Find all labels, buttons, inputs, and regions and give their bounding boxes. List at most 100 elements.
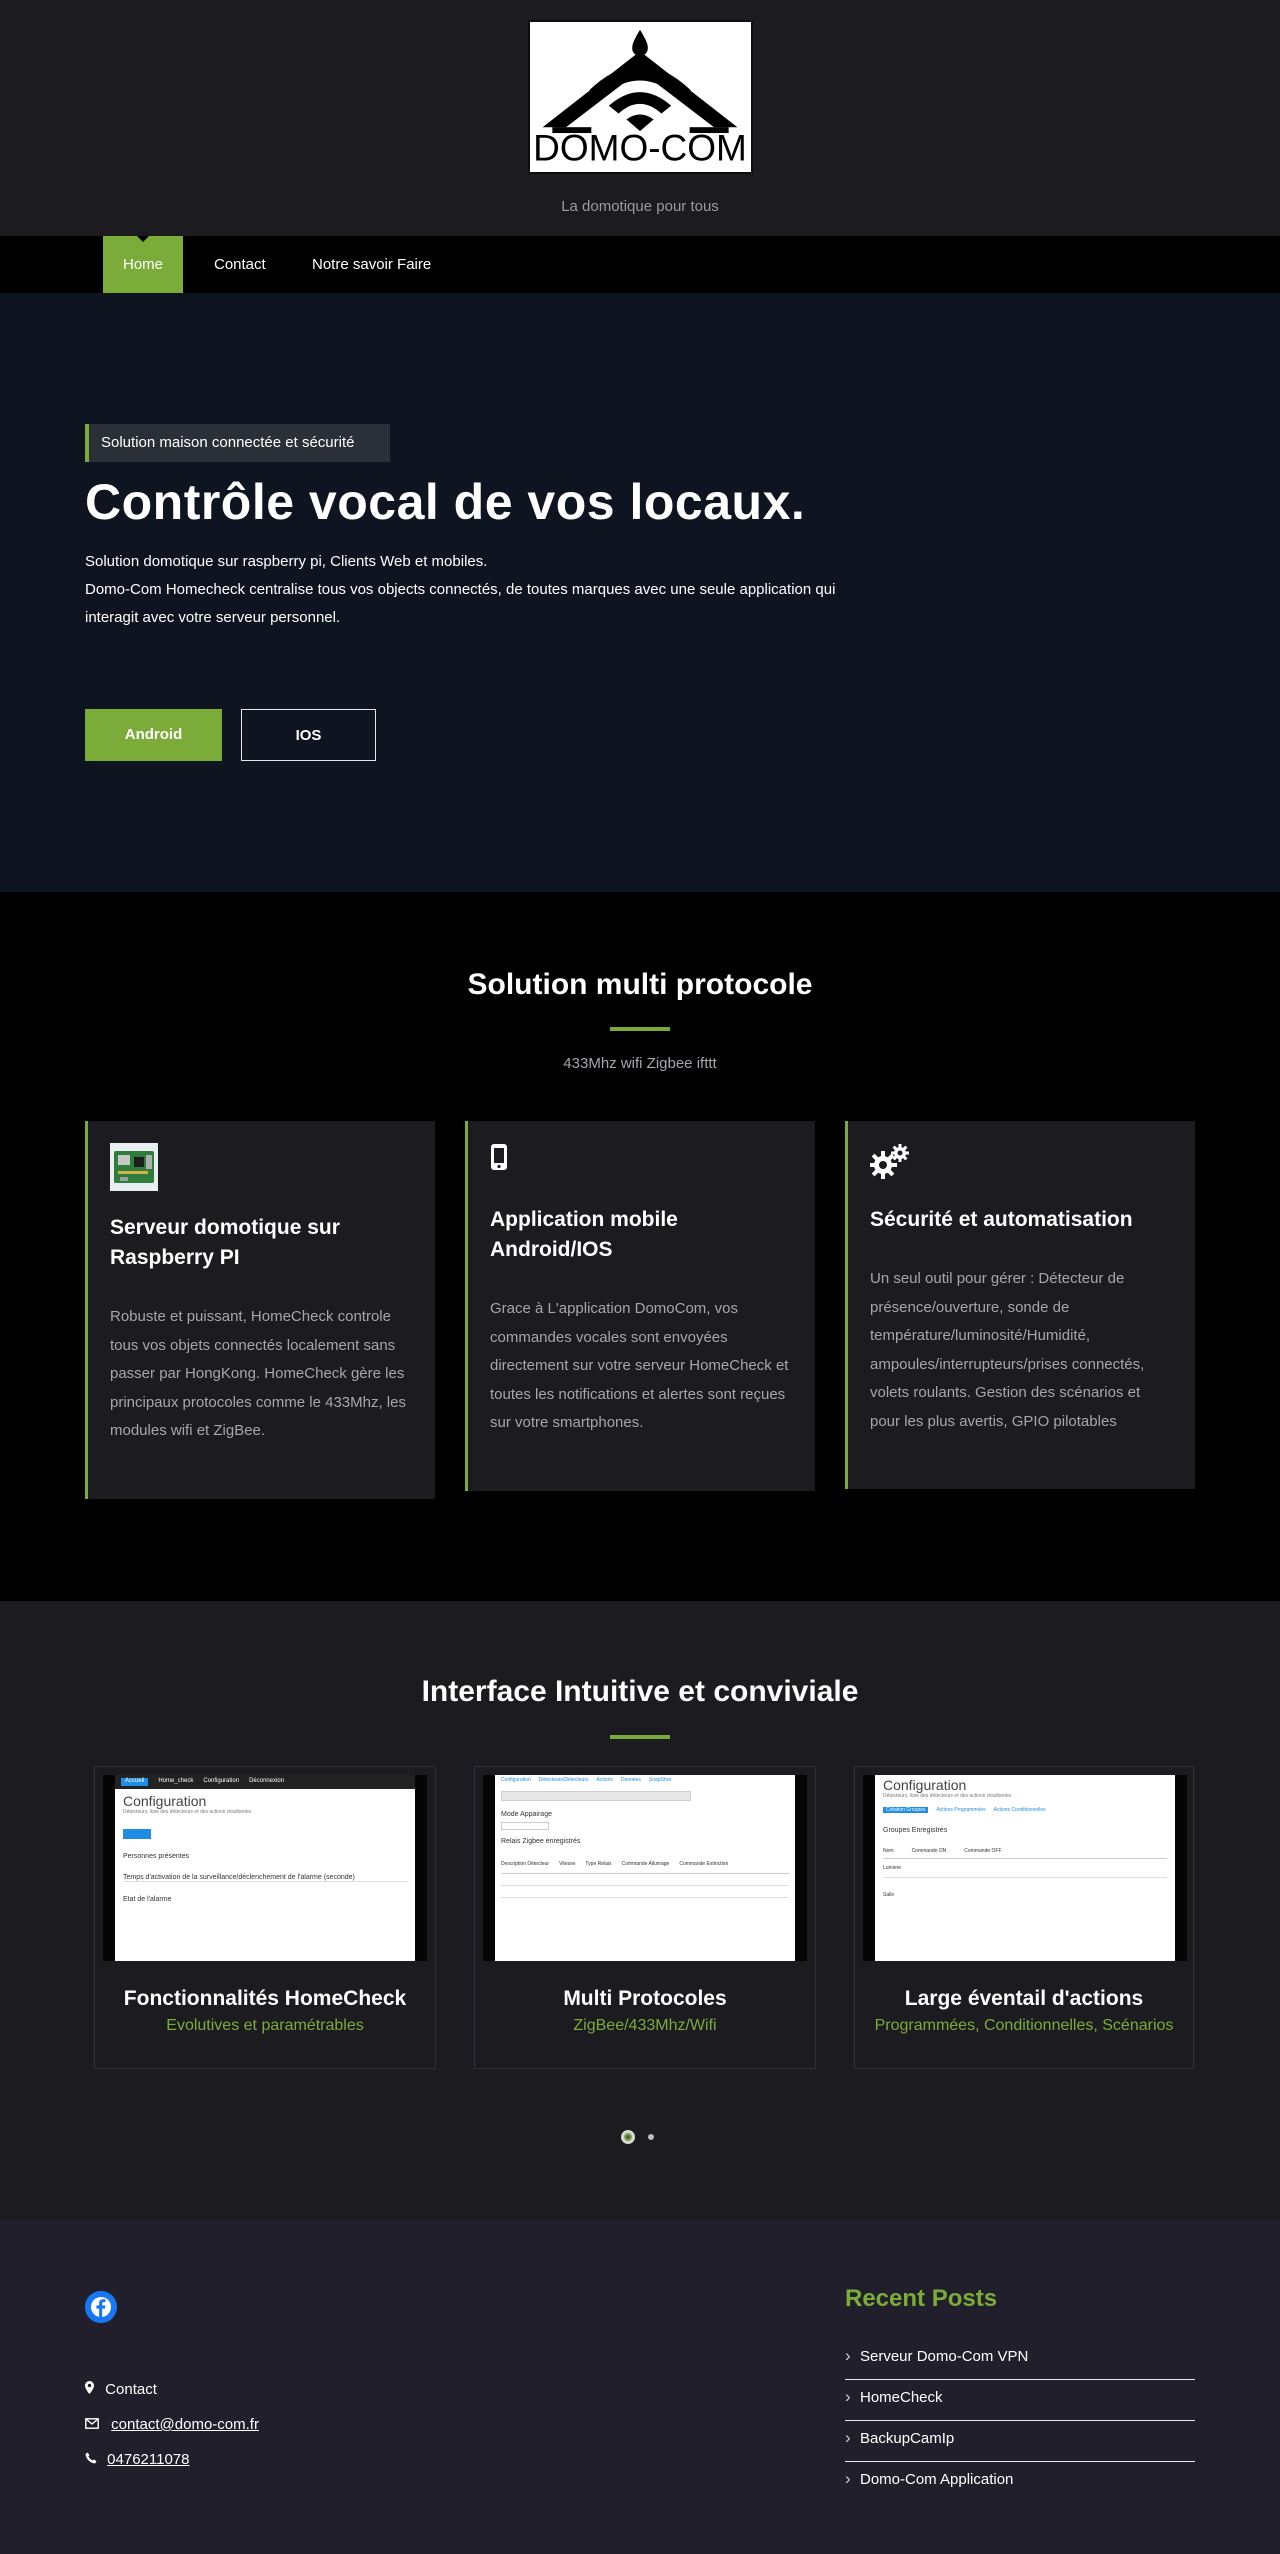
screen-col: Commande OFF xyxy=(964,1848,1002,1854)
screen-nav-item: Détecteurs/Détecteurs xyxy=(538,1777,589,1783)
screen-nav-item: Actions xyxy=(596,1777,613,1783)
app-screenshot: Configuration Détecteurs/Détecteurs Acti… xyxy=(483,1775,807,1961)
carousel-dot-active[interactable] xyxy=(621,2130,635,2144)
footer-email-row: contact@domo-com.fr xyxy=(85,2416,259,2433)
screen-heading: Mode Appairage xyxy=(501,1811,552,1818)
app-screenshot: Configuration Détecteurs, liste des déte… xyxy=(863,1775,1187,1961)
screen-nav-item: Configuration xyxy=(501,1777,531,1783)
screen-nav-item: Déconnexion xyxy=(249,1778,285,1784)
screen-row xyxy=(501,1886,789,1898)
screen-line: Personnes présentes xyxy=(123,1853,190,1860)
carousel-slide[interactable]: Configuration Détecteurs, liste des déte… xyxy=(854,1766,1194,2069)
feature-card-text: Grace à L'application DomoCom, vos comma… xyxy=(490,1300,789,1431)
screen-nav-item: Home_check xyxy=(158,1778,194,1784)
screen-col: Commande Extinction xyxy=(679,1861,729,1867)
recent-posts-title: Recent Posts xyxy=(845,2285,998,2312)
footer-email-link[interactable]: contact@domo-com.fr xyxy=(111,2416,259,2433)
screen-heading: Configuration xyxy=(123,1793,207,1809)
footer-phone-row: 0476211078 xyxy=(85,2451,189,2468)
feature-card-text: Un seul outil pour gérer : Détecteur de … xyxy=(870,1270,1145,1430)
ios-button[interactable]: IOS xyxy=(241,709,376,761)
hero-description: Solution domotique sur raspberry pi, Cli… xyxy=(85,548,845,632)
screen-tab: Création Groupes xyxy=(883,1807,929,1813)
slide-title: Large éventail d'actions xyxy=(904,1987,1144,2010)
nav-item-home[interactable]: Home xyxy=(103,236,184,293)
logo-wordmark: DOMO-COM xyxy=(533,126,747,168)
recent-post-link[interactable]: Domo-Com Application xyxy=(845,2461,1195,2503)
slide-subtitle: ZigBee/433Mhz/Wifi xyxy=(573,2017,717,2034)
screen-col: Vitesse xyxy=(559,1861,576,1867)
recent-post-link[interactable]: Serveur Domo-Com VPN xyxy=(845,2338,1195,2380)
carousel-slide[interactable]: Configuration Détecteurs/Détecteurs Acti… xyxy=(474,1766,816,2069)
footer-phone-link[interactable]: 0476211078 xyxy=(107,2451,189,2468)
facebook-icon[interactable] xyxy=(85,2291,117,2323)
site-tagline: La domotique pour tous xyxy=(561,198,719,215)
screen-nav-item: Données xyxy=(620,1777,641,1783)
screen-col: Description Détecteur xyxy=(501,1861,550,1867)
app-screenshot: Accueil Home_check Configuration Déconne… xyxy=(103,1775,427,1961)
screen-line: Temps d'activation de la surveillance/dé… xyxy=(123,1874,407,1882)
feature-card-mobile: Application mobile Android/IOS Grace à L… xyxy=(465,1121,815,1491)
slide-subtitle: Programmées, Conditionnelles, Scénarios xyxy=(874,2017,1174,2034)
raspberry-pi-board-icon xyxy=(110,1143,413,1193)
feature-card-text: Robuste et puissant, HomeCheck controle … xyxy=(110,1308,406,1439)
feature-card-security: Sécurité et automatisation Un seul outil… xyxy=(845,1121,1195,1489)
nav-item-savoir-faire[interactable]: Notre savoir Faire xyxy=(292,236,451,293)
main-navigation: Home Contact Notre savoir Faire xyxy=(0,236,1280,293)
interface-title-underline xyxy=(610,1735,670,1739)
recent-post-link[interactable]: HomeCheck xyxy=(845,2379,1195,2421)
screen-caption-small: Détecteurs, liste des détecteurs et des … xyxy=(883,1793,1012,1799)
screen-col: Nom xyxy=(883,1848,894,1854)
slide-title: Fonctionnalités HomeCheck xyxy=(123,1987,407,2010)
screen-row xyxy=(501,1874,789,1886)
screen-line: Etat de l'alarme xyxy=(123,1896,172,1903)
screen-nav-item: SnapShot xyxy=(648,1777,671,1783)
features-section: Solution multi protocole 433Mhz wifi Zig… xyxy=(0,892,1280,1601)
domo-com-logo[interactable]: DOMO-COM xyxy=(528,20,753,174)
screen-caption: Relais Zigbee enregistrés xyxy=(501,1838,581,1845)
site-footer: Contact contact@domo-com.fr 0476211078 R… xyxy=(0,2221,1280,2554)
carousel-dot[interactable] xyxy=(648,2134,654,2140)
screen-col: Type Relais xyxy=(585,1861,612,1867)
hero-section: Solution maison connectée et sécurité Co… xyxy=(0,293,1280,892)
screen-heading: Configuration xyxy=(883,1777,967,1793)
features-title: Solution multi protocole xyxy=(467,968,813,1001)
carousel-slide[interactable]: Accueil Home_check Configuration Déconne… xyxy=(94,1766,436,2069)
slide-title: Multi Protocoles xyxy=(563,1987,727,2010)
screen-button xyxy=(501,1822,549,1830)
gears-icon xyxy=(869,1143,1173,1185)
screen-col: Commande ON xyxy=(911,1848,947,1854)
interface-section: Interface Intuitive et conviviale Accuei… xyxy=(0,1601,1280,2221)
screen-tab: Actions Programmées xyxy=(936,1807,986,1813)
hero-badge: Solution maison connectée et sécurité xyxy=(85,424,391,462)
screen-tabs xyxy=(501,1791,691,1801)
interface-title: Interface Intuitive et conviviale xyxy=(421,1675,859,1708)
hero-description-line-2: Domo-Com Homecheck centralise tous vos o… xyxy=(85,581,836,626)
screen-row: Salle xyxy=(883,1892,895,1898)
envelope-icon xyxy=(85,2416,99,2433)
features-title-underline xyxy=(610,1027,670,1031)
screen-row: Lumiere xyxy=(883,1865,1167,1878)
screen-caption: Détecteurs, liste des détecteurs et des … xyxy=(123,1809,252,1815)
screen-col: Commande Allumage xyxy=(621,1861,670,1867)
mobile-phone-icon xyxy=(490,1143,793,1185)
feature-card-title: Serveur domotique sur Raspberry PI xyxy=(110,1216,340,1269)
footer-contact: Contact xyxy=(85,2381,157,2398)
feature-card-raspberry: Serveur domotique sur Raspberry PI Robus… xyxy=(85,1121,435,1499)
feature-card-title: Sécurité et automatisation xyxy=(870,1208,1133,1231)
screen-nav-item: Configuration xyxy=(203,1778,240,1784)
android-button[interactable]: Android xyxy=(85,709,222,761)
features-subtitle: 433Mhz wifi Zigbee ifttt xyxy=(563,1055,717,1072)
map-marker-icon xyxy=(85,2381,95,2398)
footer-contact-label: Contact xyxy=(105,2381,157,2398)
nav-item-contact[interactable]: Contact xyxy=(194,236,286,293)
hero-description-line-1: Solution domotique sur raspberry pi, Cli… xyxy=(85,553,488,570)
slide-subtitle: Evolutives et paramétrables xyxy=(166,2017,364,2034)
screen-caption: Groupes Enregistrés xyxy=(883,1827,948,1834)
phone-icon xyxy=(85,2451,97,2468)
hero-title: Contrôle vocal de vos locaux. xyxy=(85,474,806,530)
house-signal-logo-icon: DOMO-COM xyxy=(530,22,751,172)
recent-post-link[interactable]: BackupCamIp xyxy=(845,2420,1195,2462)
screen-tab: Actions Conditionnelles xyxy=(993,1807,1046,1813)
screen-tab xyxy=(123,1829,151,1839)
